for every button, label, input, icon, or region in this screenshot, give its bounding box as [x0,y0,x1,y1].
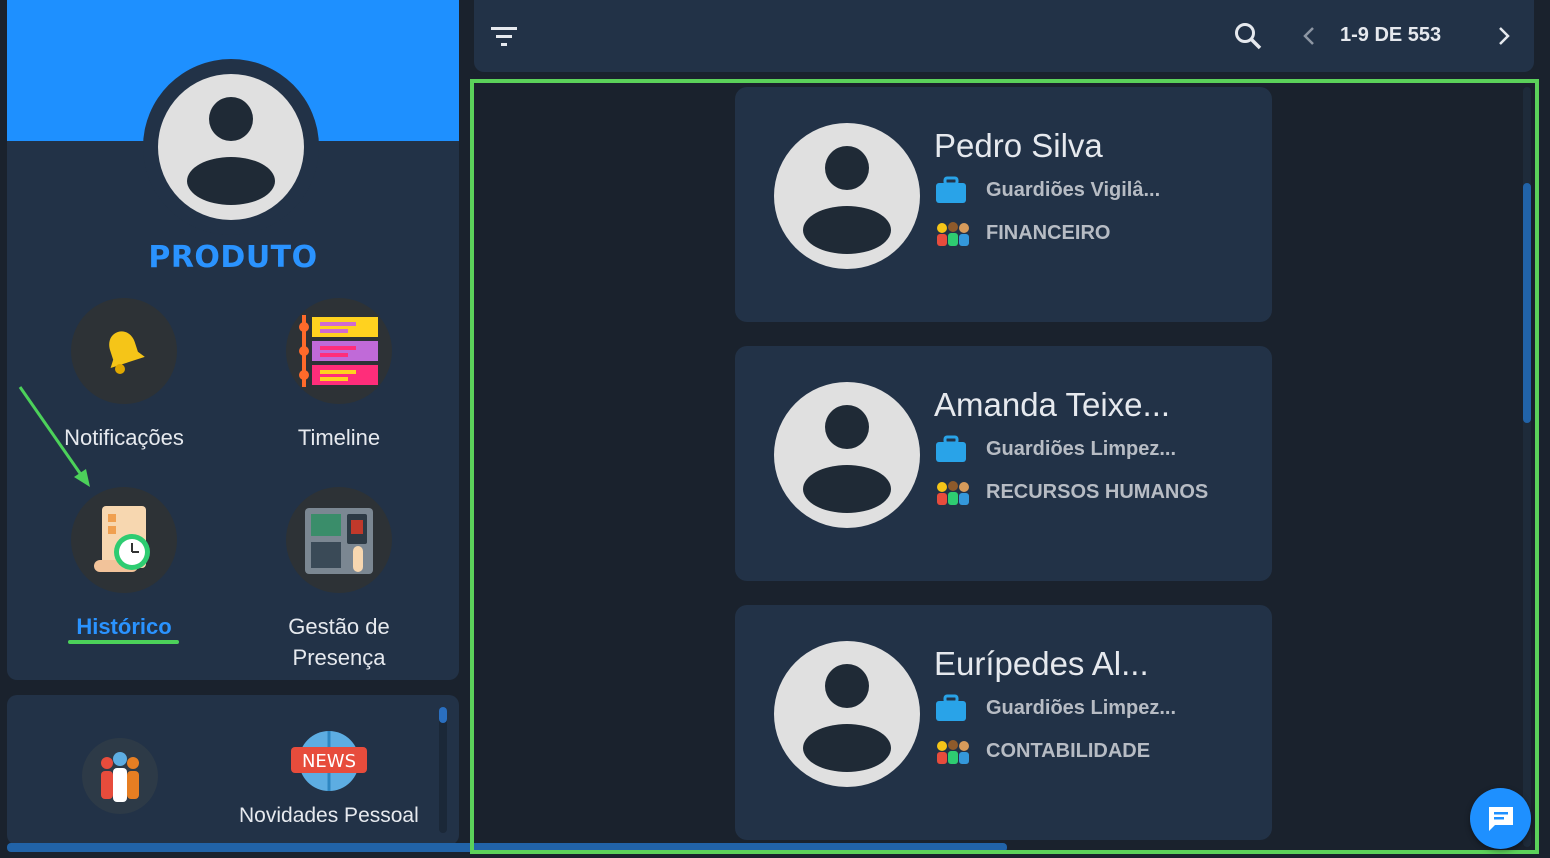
menu-item-gestao-presenca[interactable]: Gestão de Presença [239,487,439,673]
people-group-icon [82,738,158,814]
previous-page-button[interactable] [1289,16,1329,56]
user-silhouette-icon [803,146,891,254]
extra-card-scroll-thumb[interactable] [439,707,447,723]
person-department: FINANCEIRO [986,221,1111,244]
person-company-row: Guardiões Limpez... [934,693,1176,723]
extra-menu-card: NEWS Novidades Pessoal [7,695,459,845]
team-icon [934,218,972,248]
menu-label: Gestão de Presença [288,614,390,670]
person-department-row: FINANCEIRO [934,218,1110,248]
briefcase-icon [934,693,972,723]
pagination-label: 1-9 DE 553 [1340,24,1442,46]
briefcase-icon [934,175,972,205]
chat-icon [1488,806,1513,831]
person-company-row: Guardiões Vigilâ... [934,175,1160,205]
active-tab-underline [68,640,179,644]
list-scrollbar[interactable] [1523,87,1531,847]
menu-item-historico[interactable]: Histórico [24,487,224,642]
avatar [774,382,920,528]
search-button[interactable] [1228,16,1268,56]
user-silhouette-icon [803,664,891,772]
person-name: Pedro Silva [934,127,1103,164]
person-department-row: RECURSOS HUMANOS [934,477,1208,507]
news-badge-text: NEWS [302,751,356,772]
annotation-arrow-icon [18,386,90,487]
extra-card-scrollbar[interactable] [439,707,447,833]
menu-label-active: Histórico [76,614,172,639]
timeline-icon [286,298,392,404]
person-name: Amanda Teixe... [934,386,1171,423]
search-icon [1235,23,1262,50]
avatar [774,641,920,787]
person-company-row: Guardiões Limpez... [934,434,1176,464]
menu-label: Novidades Pessoal [239,804,419,827]
profile-card: PRODUTO Notificações Timeline Histórico … [7,0,459,680]
briefcase-icon [934,434,972,464]
person-card[interactable]: Amanda Teixe... Guardiões Limpez... RECU… [735,346,1272,581]
chevron-left-icon [1303,27,1314,45]
person-department: RECURSOS HUMANOS [986,480,1209,503]
chevron-right-icon [1499,27,1510,45]
chat-button[interactable] [1470,788,1531,849]
avatar [774,123,920,269]
next-page-button[interactable] [1484,16,1524,56]
person-department-row: CONTABILIDADE [934,736,1150,766]
list-scroll-thumb[interactable] [1523,183,1531,423]
list-toolbar: 1-9 DE 553 [474,0,1534,72]
person-department: CONTABILIDADE [986,739,1151,762]
user-silhouette-icon [187,97,275,205]
person-card[interactable]: Eurípedes Al... Guardiões Limpez... CONT… [735,605,1272,840]
person-company: Guardiões Limpez... [986,696,1177,719]
menu-label: Timeline [297,425,381,450]
team-icon [934,736,972,766]
menu-item-people-group[interactable] [81,737,159,820]
menu-item-novidades-pessoal[interactable]: NEWS Novidades Pessoal [239,729,419,828]
menu-item-timeline[interactable]: Timeline [239,298,439,453]
people-list: Pedro Silva Guardiões Vigilâ... FINANCEI… [470,79,1539,854]
history-icon [71,487,177,593]
attendance-terminal-icon [286,487,392,593]
person-name: Eurípedes Al... [934,645,1149,682]
person-company: Guardiões Limpez... [986,437,1177,460]
profile-avatar[interactable] [158,74,304,220]
news-globe-icon: NEWS [290,731,367,791]
team-icon [934,477,972,507]
profile-name: PRODUTO [148,240,318,275]
person-company: Guardiões Vigilâ... [986,178,1161,201]
filter-icon [491,27,517,46]
user-silhouette-icon [803,405,891,513]
person-card[interactable]: Pedro Silva Guardiões Vigilâ... FINANCEI… [735,87,1272,322]
filter-button[interactable] [484,16,524,56]
